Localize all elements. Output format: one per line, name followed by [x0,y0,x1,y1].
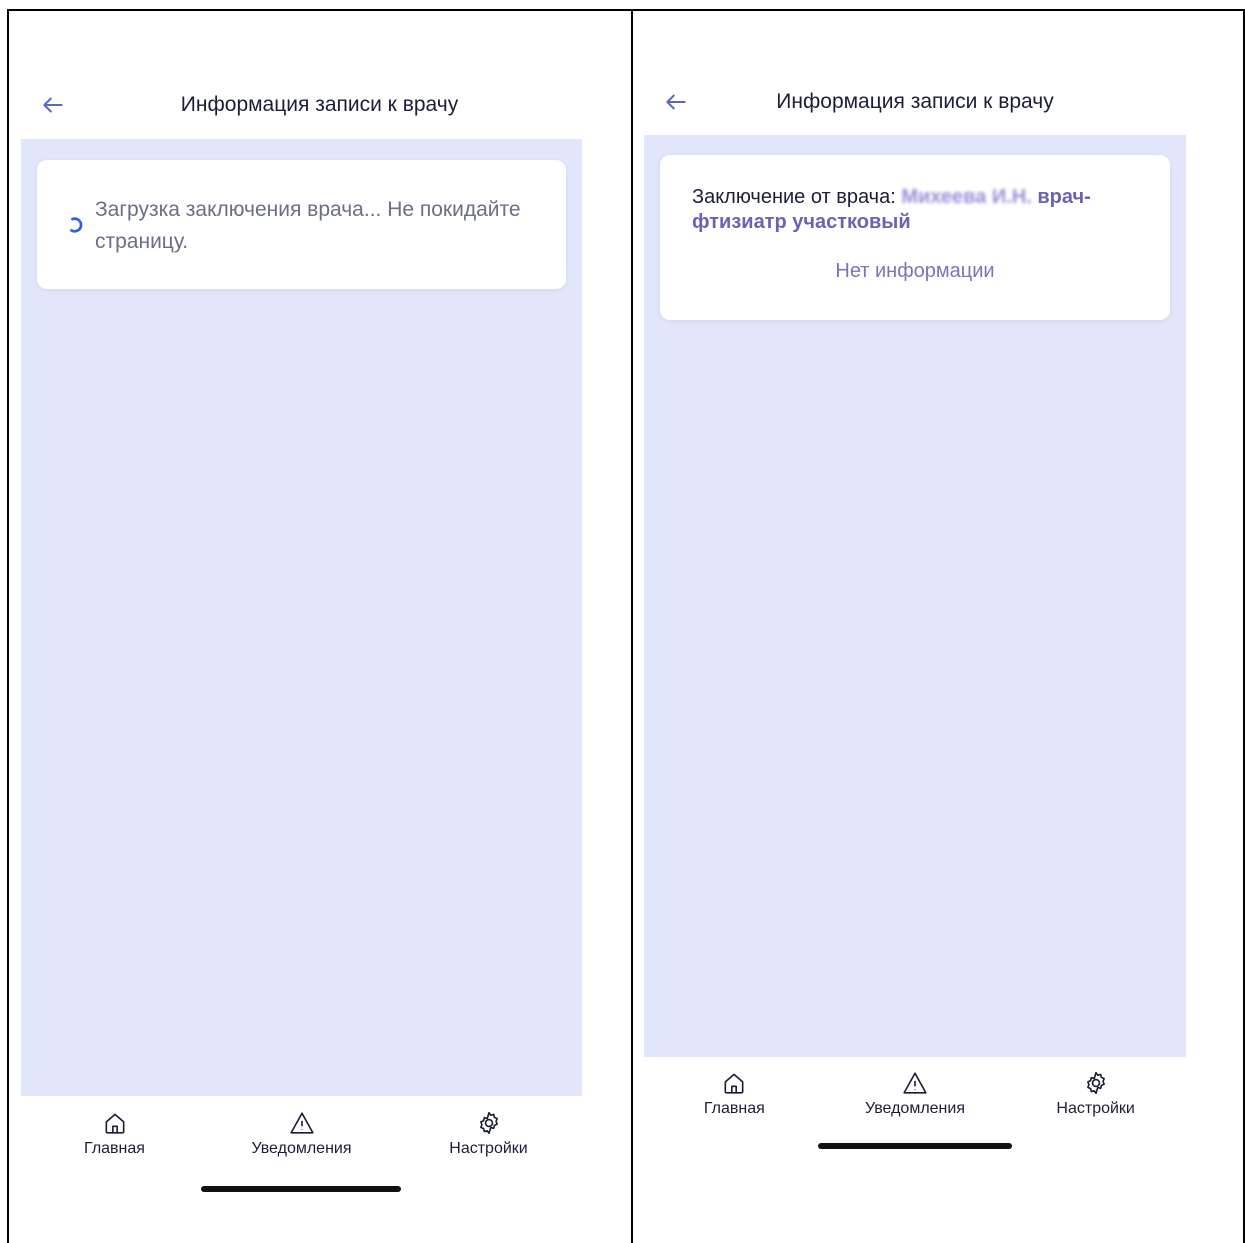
conclusion-text: Заключение от врача: Михеева И.Н. врач-ф… [692,185,1140,235]
page-title: Информация записи к врачу [776,90,1054,113]
loading-text: Загрузка заключения врача... Не покидайт… [95,198,521,253]
warning-icon [289,1112,314,1134]
home-icon [105,1113,124,1134]
loading-card: Загрузка заключения врача... Не покидайт… [37,160,566,289]
tab-notifications[interactable]: Уведомления [840,1070,990,1118]
page-title: Информация записи к врачу [180,93,459,116]
home-indicator[interactable] [818,1143,1012,1149]
back-arrow-icon[interactable] [662,88,690,116]
spinner-icon [70,217,83,233]
tab-label-home: Главная [703,1100,765,1117]
content-area: Заключение от врача: Михеева И.Н. врач-ф… [644,135,1186,1057]
header: Информация записи к врачу [644,82,1186,122]
tab-home[interactable]: Главная [659,1070,809,1118]
tab-notifications[interactable]: Уведомления [227,1110,377,1158]
home-indicator[interactable] [201,1186,401,1192]
back-arrow-icon[interactable] [39,91,67,119]
conclusion-label: Заключение от врача: [692,186,902,208]
gear-icon [479,1111,498,1135]
screen-loading: Информация записи к врачу Загрузка заклю… [21,20,582,1240]
tab-settings[interactable]: Настройки [414,1110,564,1158]
tab-label-settings: Настройки [1056,1100,1135,1117]
tab-home[interactable]: Главная [40,1110,190,1158]
loading-row: Загрузка заключения врача... Не покидайт… [67,194,546,258]
header: Информация записи к врачу [21,85,582,125]
content-area: Загрузка заключения врача... Не покидайт… [21,139,582,1096]
tab-label-settings: Настройки [449,1140,528,1157]
tab-settings[interactable]: Настройки [1021,1070,1171,1118]
no-info-text: Нет информации [835,260,995,282]
tab-bar: Главная Уведомления Настройки [644,1070,1186,1118]
tab-label-notifications: Уведомления [864,1100,965,1117]
screen-result: Информация записи к врачу Заключение от … [644,20,1186,1240]
home-icon [724,1073,744,1094]
tab-label-home: Главная [84,1140,145,1157]
tab-label-notifications: Уведомления [251,1140,352,1157]
doctor-name-redacted: Михеева И.Н. [901,186,1032,208]
conclusion-card: Заключение от врача: Михеева И.Н. врач-ф… [660,155,1170,320]
tab-bar: Главная Уведомления Настройки [21,1110,582,1158]
warning-icon [903,1072,927,1094]
gear-icon [1086,1071,1105,1095]
